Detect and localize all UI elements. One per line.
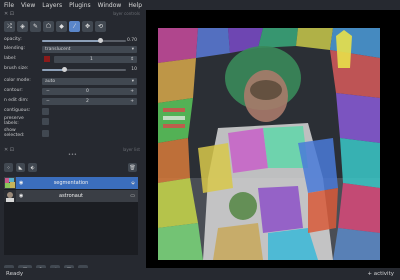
plus-icon: +	[130, 89, 134, 94]
contiguous-row: contiguous:	[4, 107, 137, 116]
activity-button[interactable]: + activity	[367, 271, 394, 277]
brush-size-slider[interactable]	[42, 67, 126, 72]
layer-controls-title: layer controls	[112, 11, 140, 16]
polygon-icon[interactable]: ⬠	[43, 21, 54, 32]
blending-row: blending: translucent ▾	[4, 45, 137, 54]
layer-controls-header: ✕ ⊡ layer controls	[2, 10, 143, 17]
label-value: 1	[90, 57, 93, 62]
show-selected-row: show selected:	[4, 128, 137, 139]
pan-zoom-icon[interactable]: ✥	[82, 21, 93, 32]
preserve-labels-label: preserve labels:	[4, 116, 24, 126]
contour-label: contour:	[4, 88, 23, 94]
viewer-canvas[interactable]	[146, 10, 400, 268]
n-edit-dim-row: n edit dim: − 2 +	[4, 97, 137, 106]
layer-list-title: layer list	[122, 147, 140, 152]
pick-label-icon[interactable]: ⁄	[69, 21, 80, 32]
color-mode-label: color mode:	[4, 78, 31, 84]
menu-view[interactable]: View	[21, 2, 35, 9]
menu-window[interactable]: Window	[98, 2, 122, 9]
paint-brush-icon[interactable]: ✎	[30, 21, 41, 32]
image-layer-icon: ▭	[130, 193, 135, 199]
layer-list-header: ✕ ⊡ layer list	[2, 146, 143, 153]
labels-layer-icon: ⬙	[131, 180, 135, 186]
opacity-row: opacity: 0.70	[4, 36, 137, 45]
contiguous-checkbox[interactable]	[42, 108, 49, 115]
left-dock: ✕ ⊡ layer controls ⤮ ◈ ✎ ⬠ ◆ ⁄ ✥ ⟲ opaci…	[0, 10, 145, 275]
minus-icon: −	[46, 89, 50, 94]
contour-spinbox[interactable]: − 0 +	[42, 88, 137, 95]
layer-name: segmentation	[53, 180, 89, 186]
label-row: label: 1 ⇕	[4, 55, 137, 64]
chevron-down-icon: ▾	[131, 47, 134, 52]
plus-icon: +	[130, 99, 134, 104]
stepper-icon: ⇕	[130, 57, 134, 62]
opacity-value: 0.70	[126, 38, 137, 43]
delete-layer-icon[interactable]: 🗑	[128, 163, 137, 172]
label-tools: ⤮ ◈ ✎ ⬠ ◆ ⁄ ✥ ⟲	[4, 21, 106, 33]
fill-bucket-icon[interactable]: ◆	[56, 21, 67, 32]
transform-icon[interactable]: ⟲	[95, 21, 106, 32]
preserve-labels-row: preserve labels:	[4, 116, 137, 127]
opacity-label: opacity:	[4, 37, 22, 43]
shuffle-colors-icon[interactable]: ⤮	[4, 21, 15, 32]
brush-size-row: brush size: 10	[4, 65, 137, 74]
contour-value: 0	[86, 89, 89, 94]
menu-plugins[interactable]: Plugins	[69, 2, 91, 9]
segmentation-image[interactable]	[158, 28, 380, 260]
menu-layers[interactable]: Layers	[42, 2, 62, 9]
dock-pin-icon[interactable]: ✕ ⊡	[4, 147, 14, 153]
status-bar: Ready + activity	[0, 268, 400, 280]
blending-select[interactable]: translucent ▾	[42, 46, 137, 53]
minus-icon: −	[46, 99, 50, 104]
label-spinbox[interactable]: 1 ⇕	[54, 56, 137, 63]
new-points-layer-icon[interactable]: ⁘	[4, 163, 13, 172]
status-text: Ready	[6, 271, 24, 277]
label-color-swatch	[44, 56, 50, 62]
brush-size-label: brush size:	[4, 66, 29, 72]
blending-label: blending:	[4, 46, 26, 52]
erase-icon[interactable]: ◈	[17, 21, 28, 32]
layer-row-segmentation[interactable]: ◉ segmentation ⬙	[4, 177, 138, 189]
label-label: label:	[4, 56, 17, 62]
blending-value: translucent	[45, 47, 71, 52]
n-edit-dim-value: 2	[86, 99, 89, 104]
n-edit-dim-label: n edit dim:	[4, 98, 29, 104]
layer-buttons: ⁘ ◣ ⬖	[4, 163, 37, 173]
dock-pin-icon[interactable]: ✕ ⊡	[4, 11, 14, 17]
menu-bar: File View Layers Plugins Window Help	[0, 0, 400, 10]
n-edit-dim-spinbox[interactable]: − 2 +	[42, 98, 137, 105]
color-mode-value: auto	[45, 79, 56, 84]
opacity-slider[interactable]	[42, 38, 126, 43]
contour-row: contour: − 0 +	[4, 87, 137, 96]
menu-help[interactable]: Help	[128, 2, 142, 9]
color-mode-row: color mode: auto ▾	[4, 77, 137, 86]
show-selected-checkbox[interactable]	[42, 130, 49, 137]
chevron-down-icon: ▾	[131, 79, 134, 84]
preserve-labels-checkbox[interactable]	[42, 118, 49, 125]
contiguous-label: contiguous:	[4, 108, 31, 114]
layer-name: astronaut	[59, 193, 83, 199]
layer-list: ◉ segmentation ⬙ ◉ astronaut ▭	[4, 177, 138, 255]
brush-size-value: 10	[131, 67, 137, 72]
new-shapes-layer-icon[interactable]: ◣	[16, 163, 25, 172]
layer-row-astronaut[interactable]: ◉ astronaut ▭	[4, 190, 138, 202]
menu-file[interactable]: File	[4, 2, 14, 9]
new-labels-layer-icon[interactable]: ⬖	[28, 163, 37, 172]
color-mode-select[interactable]: auto ▾	[42, 78, 137, 85]
show-selected-label: show selected:	[4, 128, 25, 138]
